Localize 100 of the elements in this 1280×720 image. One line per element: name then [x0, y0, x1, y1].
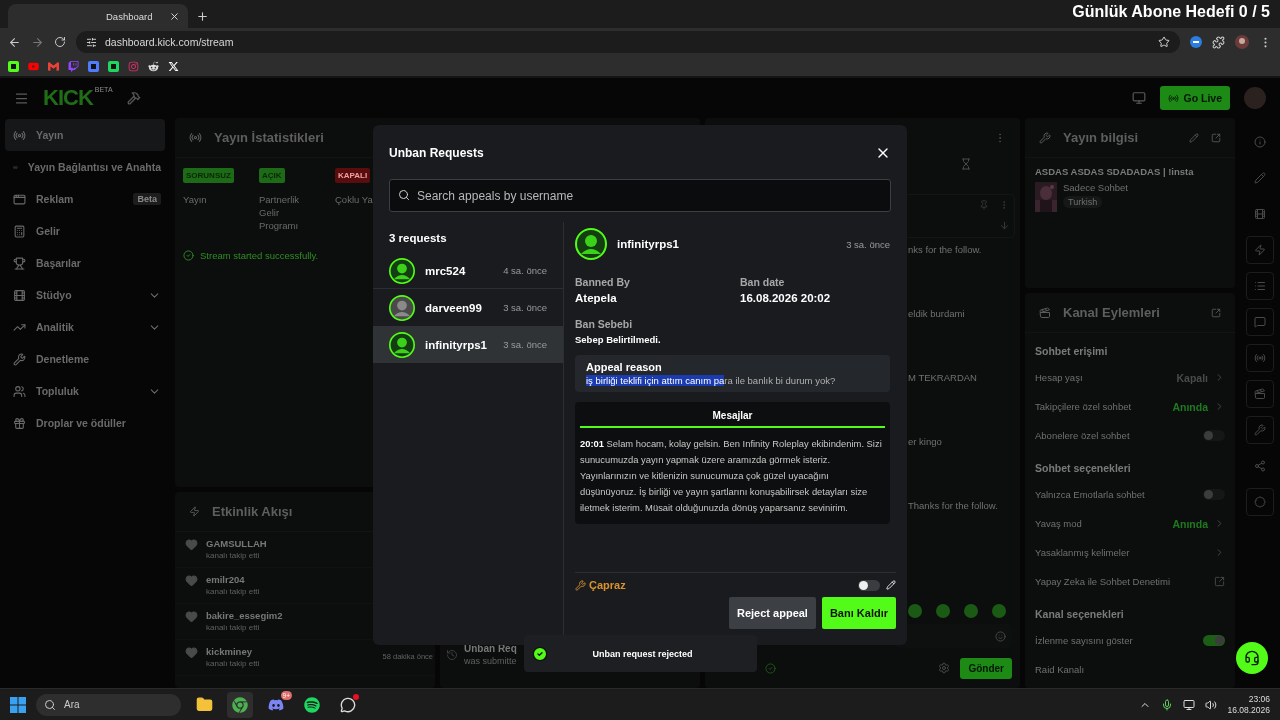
toggle-switch[interactable] [1203, 430, 1225, 441]
emote-icon[interactable] [936, 604, 950, 618]
rail-button[interactable] [1246, 488, 1274, 516]
heart-icon [185, 610, 198, 623]
display-icon[interactable] [1183, 698, 1196, 711]
setting-value: Kapalı [1176, 371, 1208, 384]
avatar [389, 257, 415, 284]
rail-button[interactable] [1246, 236, 1274, 264]
stream-info-panel: Yayın bilgisi ASDAS ASDAS SDADADAS | !insta Sadece Sohbet Turkish [1025, 118, 1235, 288]
emote-icon[interactable] [964, 604, 978, 618]
clock[interactable]: 23:06 16.08.2026 [1227, 694, 1270, 715]
go-live-button[interactable]: Go Live [1160, 86, 1230, 110]
unban-button[interactable]: Banı Kaldır [821, 597, 896, 629]
broadcast-icon [1254, 352, 1266, 364]
chat-message: M TEKRARDAN [908, 372, 978, 383]
request-item[interactable]: mrc524 4 sa. önce [373, 252, 563, 289]
browser-icon[interactable] [232, 696, 248, 713]
forward-icon[interactable] [31, 35, 44, 49]
headset-icon [1244, 650, 1260, 666]
send-button[interactable]: Gönder [960, 657, 1012, 679]
moderator-name: Çapraz [589, 579, 626, 591]
app-icon[interactable] [340, 696, 356, 713]
request-count: 3 requests [388, 232, 448, 246]
browser-tab[interactable]: Dashboard [8, 4, 188, 28]
toggle-switch[interactable] [1203, 489, 1225, 500]
arrow-down-icon[interactable] [998, 219, 1010, 231]
rail-button[interactable] [1246, 344, 1274, 372]
external-link-icon[interactable] [1214, 576, 1225, 587]
section-heading: Kanal seçenekleri [1034, 607, 1125, 622]
toggle-switch[interactable] [1203, 635, 1225, 646]
extensions-icon[interactable] [1212, 35, 1225, 49]
search-field[interactable]: Search appeals by username [389, 179, 891, 212]
rail-button[interactable] [1246, 308, 1274, 336]
list-icon [1254, 280, 1266, 292]
request-item[interactable]: darveen99 3 sa. önce [373, 289, 563, 326]
external-link-icon[interactable] [1211, 307, 1221, 318]
status-label: Partnerlik Gelir Programı [259, 193, 301, 232]
screen-icon[interactable] [1132, 91, 1147, 105]
music-app-icon[interactable] [304, 696, 320, 713]
appeal-title: Appeal reason [586, 361, 663, 373]
settings-icon[interactable] [938, 662, 951, 674]
toggle-switch[interactable] [858, 579, 880, 591]
taskbar-search[interactable]: Ara [36, 693, 181, 716]
sidebar-item[interactable]: Yayın Bağlantısı ve Anahta [5, 151, 165, 183]
stream-title: ASDAS ASDAS SDADADAS | !insta [1035, 166, 1195, 177]
site-logo-icon[interactable] [168, 60, 179, 72]
tab[interactable]: Mesajlar [580, 402, 885, 428]
sidebar-item[interactable]: Analitik [5, 311, 165, 343]
profile-avatar[interactable] [1235, 35, 1249, 49]
field-value: 16.08.2026 20:02 [740, 292, 832, 304]
event-action: kanalı takip etti [206, 623, 261, 632]
setting-label: Hesap yaşı [1035, 372, 1084, 383]
address-bar[interactable]: dashboard.kick.com/stream [76, 31, 1180, 53]
reject-button[interactable]: Reject appeal [729, 597, 816, 629]
field-label: Ban Sebebi [575, 318, 634, 330]
close-icon[interactable] [169, 10, 180, 22]
smiley-icon[interactable] [995, 630, 1006, 642]
start-icon[interactable] [10, 696, 26, 713]
sidebar-item[interactable]: Topluluk [5, 375, 165, 407]
emote-icon[interactable] [992, 604, 1006, 618]
sidebar-item[interactable]: Başarılar [5, 247, 165, 279]
back-icon[interactable] [8, 35, 21, 49]
menu-icon[interactable] [14, 90, 29, 106]
folder-icon[interactable] [195, 696, 213, 713]
rail-button[interactable] [1246, 272, 1274, 300]
window-icon [13, 192, 26, 206]
clapperboard-icon [1039, 306, 1051, 319]
request-item[interactable]: infinityrps1 3 sa. önce [373, 326, 563, 363]
site-logo-icon[interactable] [148, 60, 159, 72]
reload-icon[interactable] [54, 36, 66, 48]
site-logo-icon[interactable] [108, 60, 119, 72]
hammer-icon[interactable] [126, 91, 141, 105]
search-icon [398, 189, 410, 201]
subscriber-goal: Günlük Abone Hedefi 0 / 5 [1072, 3, 1270, 21]
chat-message: eldik burdami [908, 308, 966, 319]
sidebar-item[interactable]: Yayın [5, 119, 165, 151]
sidebar-item[interactable]: Reklam Beta [5, 183, 165, 215]
sidebar-item[interactable]: Stüdyo [5, 279, 165, 311]
sidebar-item[interactable]: Denetleme [5, 343, 165, 375]
new-tab-icon[interactable] [196, 10, 209, 23]
external-link-icon[interactable] [1211, 132, 1221, 143]
emote-icon[interactable] [908, 604, 922, 618]
setting-label: Takipçilere özel sohbet [1035, 401, 1133, 412]
speaker-icon[interactable] [1205, 698, 1218, 711]
extension-icon[interactable] [1190, 36, 1202, 48]
event-user: bakire_essegim2 [206, 610, 284, 621]
microphone-icon[interactable] [1161, 698, 1174, 711]
calculator-icon [13, 224, 26, 238]
film-icon [13, 288, 26, 302]
sidebar-item[interactable]: Gelir [5, 215, 165, 247]
logo[interactable]: KICK [43, 85, 93, 111]
sidebar-item[interactable]: Droplar ve ödüller [5, 407, 165, 439]
status-label: Yayın [183, 193, 208, 206]
status-label: Çoklu Ya [335, 193, 374, 206]
chat-app-icon[interactable] [268, 696, 284, 713]
hourglass-icon[interactable] [960, 158, 972, 170]
rail-button[interactable] [1246, 380, 1274, 408]
help-button[interactable] [1236, 642, 1268, 674]
site-logo-icon[interactable] [8, 60, 19, 72]
search-icon [44, 698, 56, 711]
